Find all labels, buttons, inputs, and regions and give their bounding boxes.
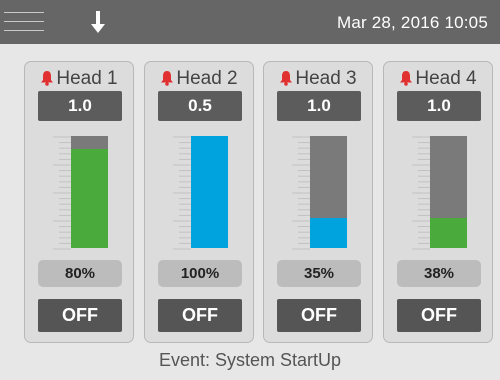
head-title: Head 2 (145, 68, 253, 92)
percent-readout: 80% (38, 260, 122, 287)
off-button[interactable]: OFF (397, 299, 481, 332)
percent-readout: 100% (158, 260, 242, 287)
bell-icon (399, 70, 413, 92)
percent-readout: 38% (397, 260, 481, 287)
head-panel-1: Head 1 1.0 80% OFF (24, 61, 134, 343)
head-label: Head 1 (56, 68, 118, 89)
bell-icon (40, 70, 54, 92)
level-bar (71, 136, 108, 248)
event-status: Event: System StartUp (158, 350, 342, 370)
bell-icon (279, 70, 293, 92)
head-title: Head 3 (264, 68, 372, 92)
head-panel-2: Head 2 0.5 100% OFF (144, 61, 254, 343)
head-panel-4: Head 4 1.0 38% OFF (383, 61, 493, 343)
level-bar-fill (71, 149, 108, 248)
head-title: Head 1 (25, 68, 133, 92)
dose-value[interactable]: 1.0 (38, 91, 122, 121)
off-button[interactable]: OFF (158, 299, 242, 332)
level-bar-fill (191, 136, 228, 248)
off-button[interactable]: OFF (38, 299, 122, 332)
arrow-down-icon[interactable] (88, 9, 108, 35)
dose-value[interactable]: 0.5 (158, 91, 242, 121)
head-label: Head 3 (295, 68, 357, 89)
off-button[interactable]: OFF (277, 299, 361, 332)
datetime-display: Mar 28, 2016 10:05 (336, 13, 488, 32)
level-bar-fill (310, 217, 347, 248)
percent-readout: 35% (277, 260, 361, 287)
bell-icon (160, 70, 174, 92)
dose-value[interactable]: 1.0 (397, 91, 481, 121)
level-bar-fill (430, 217, 467, 248)
dose-value[interactable]: 1.0 (277, 91, 361, 121)
hamburger-menu-icon[interactable] (4, 6, 44, 38)
head-panel-3: Head 3 1.0 35% OFF (263, 61, 373, 343)
level-bar (191, 136, 228, 248)
top-bar: Mar 28, 2016 10:05 (0, 0, 500, 44)
level-bar (430, 136, 467, 248)
head-label: Head 4 (415, 68, 477, 89)
head-label: Head 2 (176, 68, 238, 89)
head-title: Head 4 (384, 68, 492, 92)
level-bar (310, 136, 347, 248)
